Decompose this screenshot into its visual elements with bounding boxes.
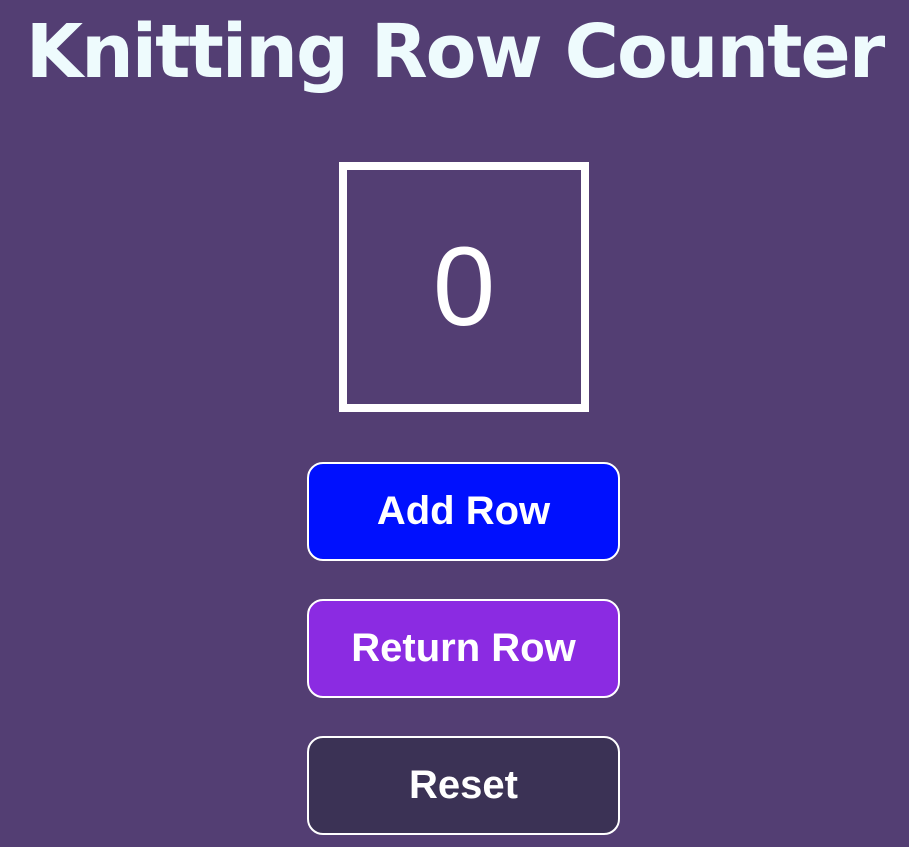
- return-row-button[interactable]: Return Row: [307, 599, 620, 698]
- add-row-button[interactable]: Add Row: [307, 462, 620, 561]
- row-count-value: 0: [432, 224, 496, 349]
- row-count-display: 0: [339, 162, 589, 412]
- reset-button[interactable]: Reset: [307, 736, 620, 835]
- page-title: Knitting Row Counter: [25, 9, 885, 95]
- app-container: Knitting Row Counter 0 Add Row Return Ro…: [0, 0, 909, 847]
